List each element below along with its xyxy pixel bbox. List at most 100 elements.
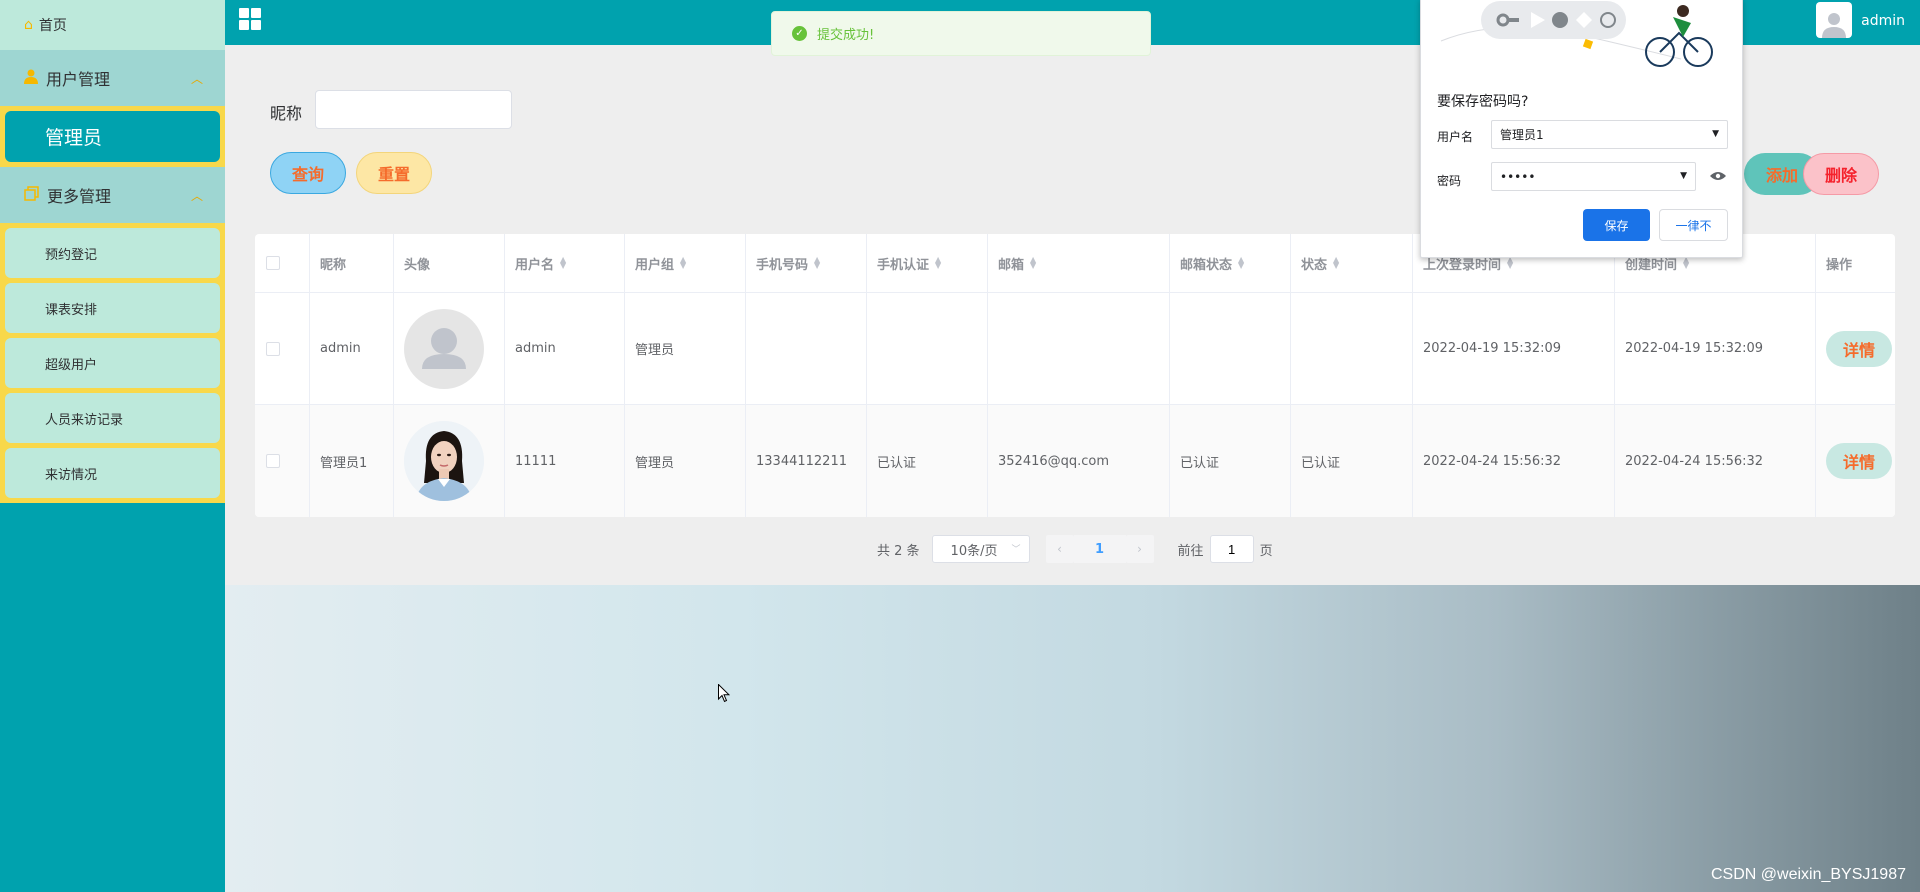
prev-page-button[interactable]: ‹: [1045, 535, 1074, 563]
sort-icon[interactable]: ▲ ▼: [1507, 256, 1513, 270]
cell-phone: 13344112211: [746, 405, 867, 517]
cell-email-status: [1170, 293, 1291, 404]
password-illustration: [1421, 0, 1744, 79]
column-header[interactable]: 用户组 ▲ ▼: [625, 234, 746, 292]
column-header[interactable]: 邮箱 ▲ ▼: [988, 234, 1170, 292]
sidebar-item-schedule[interactable]: 课表安排: [5, 283, 220, 333]
column-header[interactable]: 用户名 ▲ ▼: [505, 234, 625, 292]
sort-icon[interactable]: ▲ ▼: [1030, 256, 1036, 270]
column-header[interactable]: 邮箱状态 ▲ ▼: [1170, 234, 1291, 292]
page-suffix-label: 页: [1259, 543, 1273, 559]
sidebar-item-label: 超级用户: [45, 357, 98, 373]
cell-nickname: 管理员1: [310, 405, 394, 517]
reset-button[interactable]: 重置: [356, 152, 432, 194]
chevron-up-icon: ︿: [190, 189, 203, 203]
cell-phone-verified: [867, 293, 988, 404]
popup-title: 要保存密码吗?: [1437, 94, 1529, 110]
sort-icon[interactable]: ▲ ▼: [814, 256, 820, 270]
search-label: 昵称: [270, 104, 303, 123]
page-size-value: 10条/页: [950, 543, 998, 559]
menu-group-more-management[interactable]: 更多管理 ︿: [0, 167, 225, 223]
row-checkbox[interactable]: [266, 454, 280, 468]
caret-down-icon: ▼: [1680, 171, 1687, 181]
sort-icon[interactable]: ▲ ▼: [935, 256, 941, 270]
username-select[interactable]: 管理员1 ▼: [1491, 120, 1728, 149]
copy-icon: [24, 185, 39, 205]
mouse-cursor-icon: [718, 683, 731, 707]
column-header: 昵称: [310, 234, 394, 292]
next-page-button[interactable]: ›: [1125, 535, 1154, 563]
row-checkbox[interactable]: [266, 341, 280, 356]
page-size-select[interactable]: 10条/页 ﹀: [931, 535, 1030, 563]
eye-icon[interactable]: [1710, 170, 1726, 180]
sidebar-item-super-user[interactable]: 超级用户: [5, 338, 220, 388]
header-username[interactable]: admin: [1861, 13, 1905, 29]
sidebar-item-label: 课表安排: [45, 302, 98, 318]
column-header[interactable]: 手机认证 ▲ ▼: [867, 234, 988, 292]
menu-group-label: 更多管理: [47, 187, 112, 206]
sidebar-item-visit-status[interactable]: 来访情况: [5, 448, 220, 498]
sidebar: ⌂ 首页 用户管理 ︿ 管理员 更多管理 ︿ 预约登记 课表安排 超级用户 人员…: [0, 0, 225, 892]
save-password-button[interactable]: 保存: [1583, 209, 1650, 241]
username-value: 管理员1: [1500, 128, 1544, 142]
sidebar-item-label: 预约登记: [45, 247, 98, 263]
cell-username: 11111: [505, 405, 625, 517]
column-header-label: 昵称: [320, 257, 347, 273]
menu-home[interactable]: ⌂ 首页: [0, 0, 225, 50]
cell-created: 2022-04-24 15:56:32: [1615, 405, 1816, 517]
save-password-popup: 要保存密码吗? 用户名 管理员1 ▼ 密码 ••••• ▼ 保存 一律不: [1420, 0, 1743, 258]
detail-button[interactable]: 详情: [1826, 443, 1892, 479]
grid-menu-icon[interactable]: [239, 8, 261, 30]
column-header[interactable]: 状态 ▲ ▼: [1291, 234, 1413, 292]
sidebar-item-booking[interactable]: 预约登记: [5, 228, 220, 278]
sort-icon[interactable]: ▲ ▼: [1333, 256, 1339, 270]
menu-group-user-management[interactable]: 用户管理 ︿: [0, 50, 225, 106]
cell-username: admin: [505, 293, 625, 404]
check-circle-icon: ✓: [792, 26, 807, 41]
cell-email: [988, 293, 1170, 404]
select-all-cell: [255, 234, 310, 292]
username-label: 用户名: [1437, 130, 1474, 144]
avatar[interactable]: [1816, 2, 1852, 38]
sidebar-item-visitor-records[interactable]: 人员来访记录: [5, 393, 220, 443]
cell-actions: 详情: [1816, 405, 1895, 517]
column-header[interactable]: 手机号码 ▲ ▼: [746, 234, 867, 292]
watermark: CSDN @weixin_BYSJ1987: [1711, 866, 1906, 883]
menu-group-label: 用户管理: [46, 70, 111, 89]
cell-created: 2022-04-19 15:32:09: [1615, 293, 1816, 404]
cell-group: 管理员: [625, 293, 746, 404]
query-button[interactable]: 查询: [270, 152, 346, 194]
row-select-cell: [255, 405, 310, 517]
cell-group: 管理员: [625, 405, 746, 517]
delete-button[interactable]: 删除: [1803, 153, 1879, 195]
chevron-down-icon: ﹀: [1011, 545, 1021, 555]
sort-icon[interactable]: ▲ ▼: [1238, 256, 1244, 270]
success-toast: ✓ 提交成功!: [771, 11, 1151, 56]
password-select[interactable]: ••••• ▼: [1491, 162, 1696, 191]
detail-button[interactable]: 详情: [1826, 330, 1892, 367]
column-header-label: 状态: [1301, 257, 1328, 273]
column-header: 操作: [1816, 234, 1895, 292]
chevron-up-icon: ︿: [190, 72, 203, 86]
sort-icon[interactable]: ▲ ▼: [1683, 256, 1689, 270]
goto-page-input[interactable]: [1209, 535, 1254, 563]
menu-home-label: 首页: [38, 18, 67, 34]
cell-phone-verified: 已认证: [867, 405, 988, 517]
page-number-current[interactable]: 1: [1073, 535, 1126, 563]
cell-email-status: 已认证: [1170, 405, 1291, 517]
column-header-label: 用户名: [515, 257, 555, 273]
column-header-label: 用户组: [635, 257, 675, 273]
password-label: 密码: [1437, 174, 1462, 188]
column-header-label: 手机认证: [877, 257, 930, 273]
sidebar-item-admin[interactable]: 管理员: [5, 111, 220, 162]
sort-icon[interactable]: ▲ ▼: [680, 256, 686, 270]
select-all-checkbox[interactable]: [266, 256, 280, 270]
never-save-button[interactable]: 一律不: [1659, 209, 1728, 241]
cell-avatar: [394, 405, 505, 517]
column-header-label: 手机号码: [756, 257, 809, 273]
pagination-total: 共 2 条: [877, 543, 920, 559]
sort-icon[interactable]: ▲ ▼: [560, 256, 566, 270]
caret-down-icon: ▼: [1712, 129, 1719, 139]
nickname-search-input[interactable]: [315, 90, 512, 129]
admin-table: 昵称 头像 用户名 ▲ ▼ 用户组 ▲ ▼ 手机号码 ▲ ▼ 手机认证 ▲ ▼ 邮箱 ▲ ▼ 邮箱状…: [255, 234, 1895, 517]
